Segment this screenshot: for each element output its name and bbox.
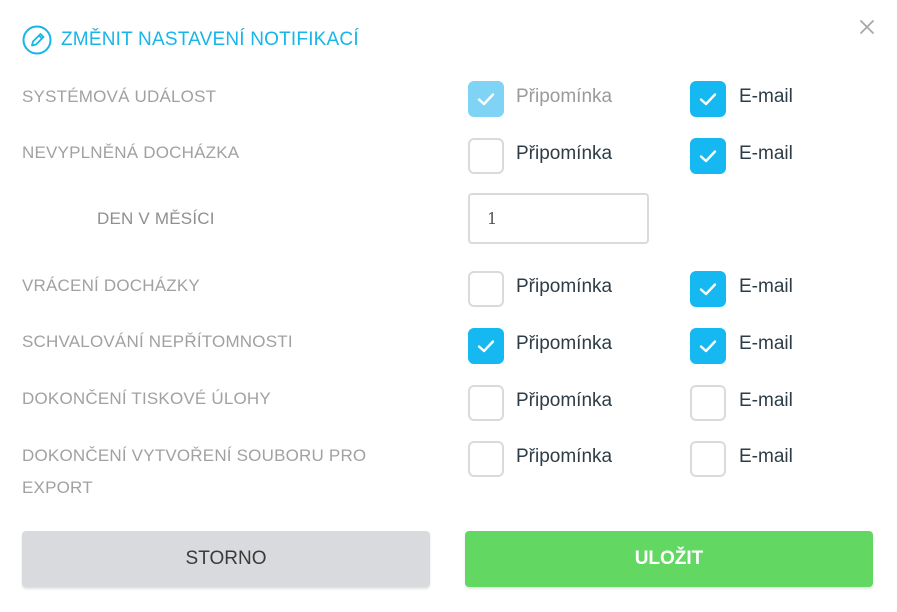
export-file-done-reminder-label: Připomínka <box>516 446 613 467</box>
returned-attendance-reminder-checkbox[interactable] <box>468 271 504 307</box>
row-label-absence-approval: SCHVALOVÁNÍ NEPŘÍTOMNOSTI <box>22 332 293 351</box>
absence-approval-email-label: E-mail <box>739 333 793 354</box>
system-event-reminder-checkbox[interactable] <box>468 81 504 117</box>
print-job-done-reminder-label: Připomínka <box>516 390 613 411</box>
cancel-button[interactable]: STORNO <box>22 531 430 587</box>
export-file-done-email-checkbox[interactable] <box>690 441 726 477</box>
missing-attendance-reminder-checkbox[interactable] <box>468 138 504 174</box>
print-job-done-email-checkbox[interactable] <box>690 385 726 421</box>
row-label-line1: DOKONČENÍ VYTVOŘENÍ SOUBORU PRO <box>22 446 367 465</box>
row-label-print-job-done: DOKONČENÍ TISKOVÉ ÚLOHY <box>22 389 271 408</box>
returned-attendance-reminder-label: Připomínka <box>516 276 613 297</box>
returned-attendance-email-label: E-mail <box>739 276 793 297</box>
returned-attendance-email-checkbox[interactable] <box>690 271 726 307</box>
system-event-email-checkbox[interactable] <box>690 81 726 117</box>
missing-attendance-reminder-label: Připomínka <box>516 143 613 164</box>
row-label-export-file-done: DOKONČENÍ VYTVOŘENÍ SOUBORU PRO EXPORT <box>22 440 422 504</box>
day-of-month-label: DEN V MĚSÍCI <box>97 209 215 228</box>
print-job-done-email-label: E-mail <box>739 390 793 411</box>
row-label-line2: EXPORT <box>22 478 93 497</box>
checkmark-icon <box>699 93 717 106</box>
dialog-header: ZMĚNIT NASTAVENÍ NOTIFIKACÍ <box>22 24 359 56</box>
row-label-returned-attendance: VRÁCENÍ DOCHÁZKY <box>22 276 200 295</box>
pencil-circle-icon <box>22 25 52 55</box>
checkmark-icon <box>699 340 717 353</box>
print-job-done-reminder-checkbox[interactable] <box>468 385 504 421</box>
absence-approval-reminder-checkbox[interactable] <box>468 328 504 364</box>
day-of-month-input[interactable] <box>468 193 649 244</box>
row-label-system-event: SYSTÉMOVÁ UDÁLOST <box>22 87 217 106</box>
export-file-done-reminder-checkbox[interactable] <box>468 441 504 477</box>
system-event-email-label: E-mail <box>739 86 793 107</box>
absence-approval-email-checkbox[interactable] <box>690 328 726 364</box>
checkmark-icon <box>477 340 495 353</box>
row-label-missing-attendance: NEVYPLNĚNÁ DOCHÁZKA <box>22 143 240 162</box>
save-button[interactable]: ULOŽIT <box>465 531 873 587</box>
missing-attendance-email-checkbox[interactable] <box>690 138 726 174</box>
missing-attendance-email-label: E-mail <box>739 143 793 164</box>
close-icon[interactable] <box>856 16 878 38</box>
absence-approval-reminder-label: Připomínka <box>516 333 613 354</box>
checkmark-icon <box>699 150 717 163</box>
checkmark-icon <box>699 283 717 296</box>
export-file-done-email-label: E-mail <box>739 446 793 467</box>
system-event-reminder-label: Připomínka <box>516 86 613 107</box>
dialog-title: ZMĚNIT NASTAVENÍ NOTIFIKACÍ <box>61 29 359 50</box>
checkmark-icon <box>477 93 495 106</box>
